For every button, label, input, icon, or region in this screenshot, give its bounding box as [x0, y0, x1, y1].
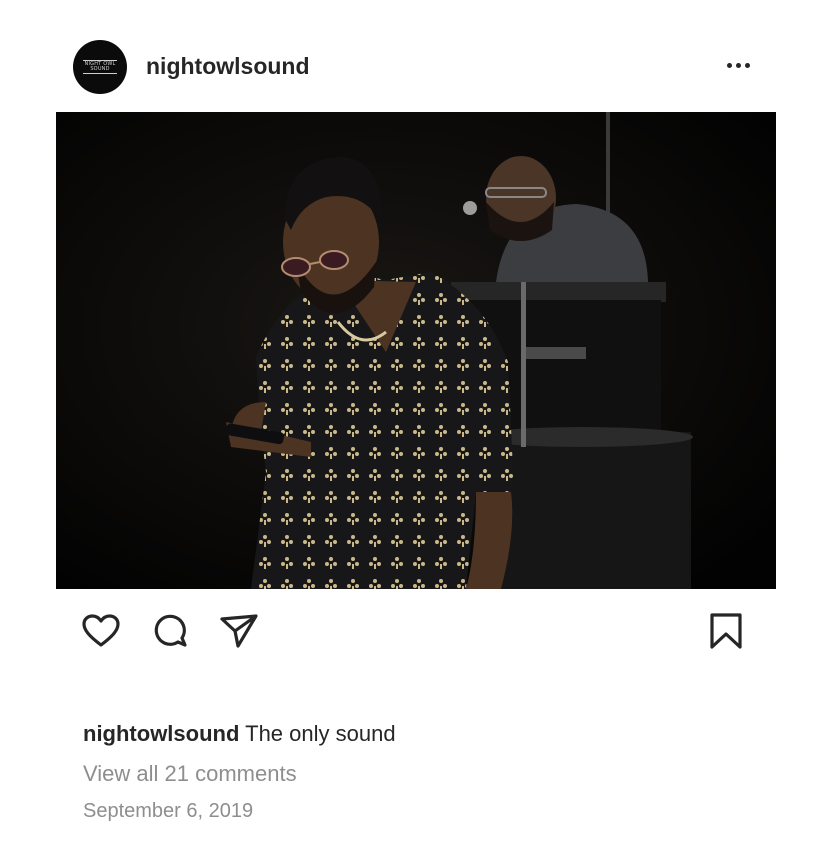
avatar-logo: NIGHT OWL SOUND [83, 60, 117, 74]
post-header: NIGHT OWL SOUND nightowlsound [0, 0, 827, 112]
post-date: September 6, 2019 [83, 800, 254, 822]
comment-icon[interactable] [148, 609, 192, 653]
heart-icon[interactable] [79, 609, 123, 653]
avatar[interactable]: NIGHT OWL SOUND [73, 40, 127, 94]
more-dot [735, 62, 741, 68]
bookmark-icon[interactable] [704, 609, 748, 653]
post-actions [0, 600, 827, 660]
more-dot [726, 62, 732, 68]
caption-username[interactable]: nightowlsound [83, 721, 239, 746]
post-photo-illustration [56, 112, 776, 589]
send-icon[interactable] [216, 609, 260, 653]
view-comments-link[interactable]: View all 21 comments [83, 760, 297, 788]
caption-text: The only sound [245, 721, 396, 746]
more-dot [744, 62, 750, 68]
post-username[interactable]: nightowlsound [146, 52, 310, 80]
post-photo[interactable] [56, 112, 776, 589]
more-options-icon[interactable] [718, 52, 758, 78]
post-caption: nightowlsound The only sound [83, 720, 396, 748]
